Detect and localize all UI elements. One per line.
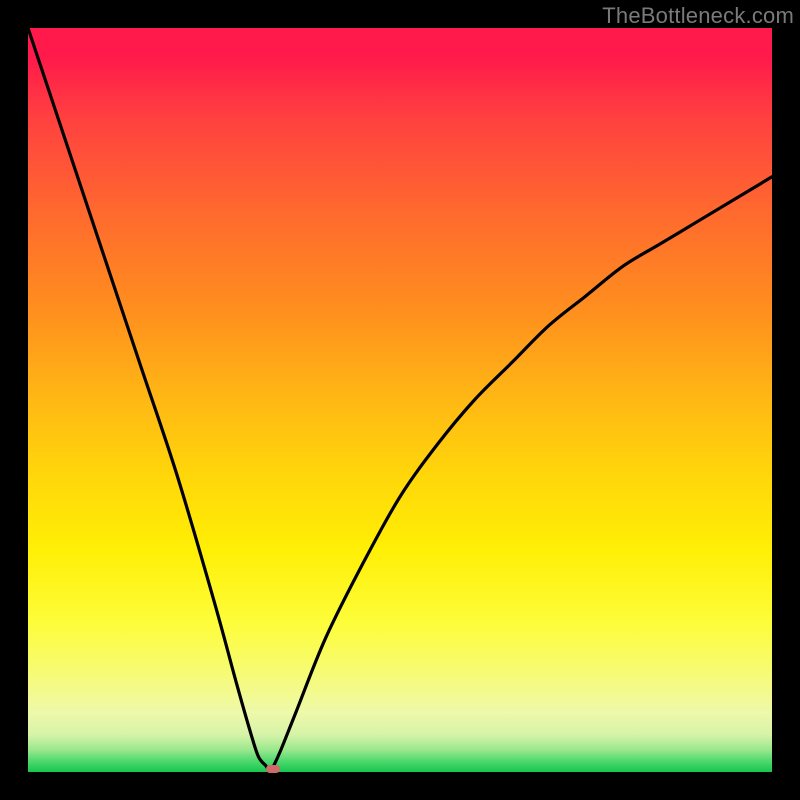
curve-svg (28, 28, 772, 772)
chart-frame: TheBottleneck.com (0, 0, 800, 800)
optimum-marker (266, 765, 280, 773)
bottleneck-curve-path (28, 28, 772, 772)
watermark-text: TheBottleneck.com (602, 3, 794, 29)
plot-area (28, 28, 772, 772)
